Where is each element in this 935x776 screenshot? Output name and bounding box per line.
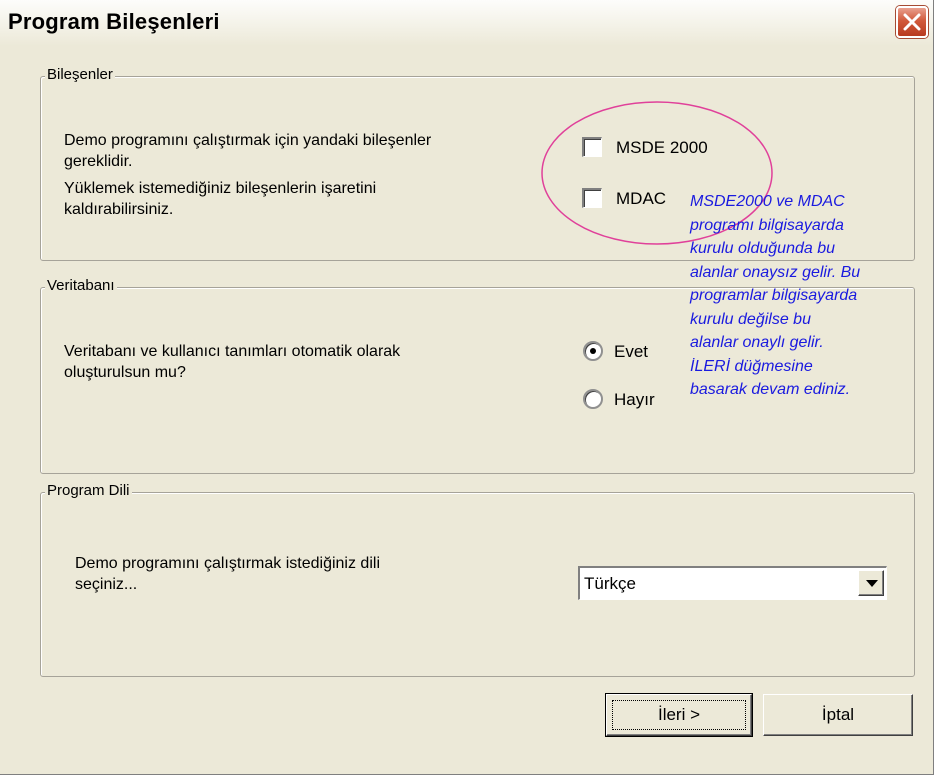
language-select-value: Türkçe bbox=[584, 574, 636, 593]
language-select[interactable]: Türkçe bbox=[578, 566, 887, 600]
language-legend: Program Dili bbox=[45, 482, 132, 499]
components-description-3: Yüklemek istemediğiniz bileşenlerin işar… bbox=[64, 180, 377, 197]
next-button-label: İleri > bbox=[657, 705, 701, 724]
cancel-button-label: İptal bbox=[821, 705, 855, 724]
language-description-1: Demo programını çalıştırmak istediğiniz … bbox=[75, 555, 380, 572]
annotation-note: MSDE2000 ve MDAC programı bilgisayarda k… bbox=[690, 193, 861, 398]
next-button[interactable]: İleri > bbox=[605, 693, 753, 737]
database-description-1: Veritabanı ve kullanıcı tanımları otomat… bbox=[64, 343, 401, 360]
language-description-2: seçiniz... bbox=[75, 576, 138, 593]
hayir-radio[interactable] bbox=[583, 389, 603, 409]
evet-label[interactable]: Evet bbox=[614, 342, 648, 362]
title-bar[interactable]: Program Bileşenleri bbox=[0, 0, 933, 46]
hayir-label[interactable]: Hayır bbox=[614, 390, 655, 410]
components-description-2: gereklidir. bbox=[64, 153, 133, 170]
chevron-down-icon bbox=[866, 580, 878, 587]
evet-radio[interactable] bbox=[583, 341, 603, 361]
database-legend: Veritabanı bbox=[45, 277, 117, 294]
close-button[interactable] bbox=[896, 6, 928, 38]
database-description-2: oluşturulsun mu? bbox=[64, 364, 186, 381]
window-title: Program Bileşenleri bbox=[8, 9, 220, 34]
cancel-button[interactable]: İptal bbox=[763, 694, 913, 736]
close-icon bbox=[903, 13, 921, 31]
components-description-1: Demo programını çalıştırmak için yandaki… bbox=[64, 132, 432, 149]
dialog-window: Program Bileşenleri Bileşenler Demo prog… bbox=[0, 0, 934, 775]
components-legend: Bileşenler bbox=[45, 66, 115, 83]
radio-selected-dot bbox=[590, 348, 596, 354]
components-description-4: kaldırabilirsiniz. bbox=[64, 201, 174, 218]
dropdown-button[interactable] bbox=[858, 570, 884, 596]
